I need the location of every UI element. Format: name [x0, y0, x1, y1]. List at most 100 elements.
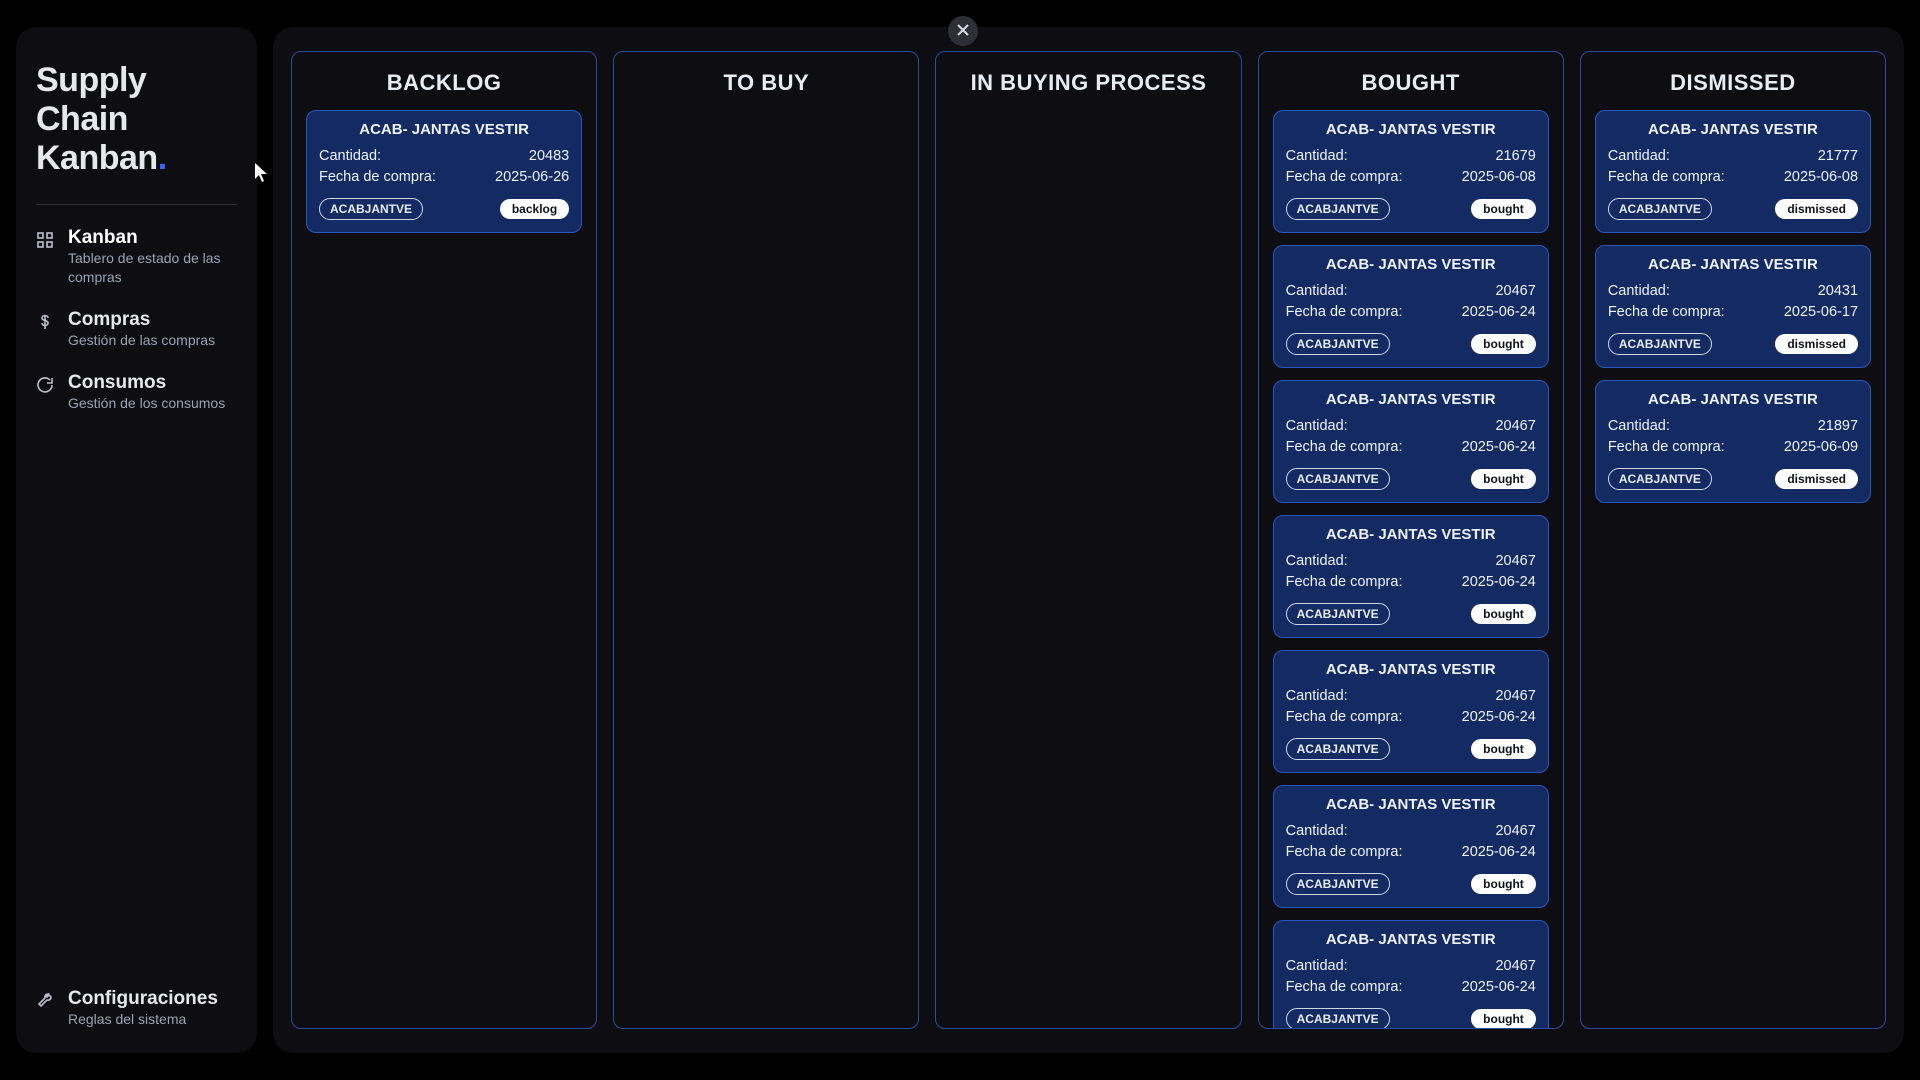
- column-title: DISMISSED: [1581, 52, 1885, 110]
- card-code-chip[interactable]: ACABJANTVE: [1608, 468, 1712, 490]
- card-code-chip[interactable]: ACABJANTVE: [1286, 468, 1390, 490]
- refresh-icon: [36, 376, 54, 394]
- kanban-column[interactable]: IN BUYING PROCESS: [935, 51, 1241, 1029]
- card-date-value: 2025-06-24: [1462, 977, 1536, 998]
- wrench-icon: [36, 992, 54, 1010]
- kanban-card[interactable]: ACAB- JANTAS VESTIRCantidad:21679Fecha d…: [1273, 110, 1549, 233]
- card-code-chip[interactable]: ACABJANTVE: [1286, 1008, 1390, 1028]
- card-status-pill[interactable]: bought: [1471, 334, 1536, 354]
- card-date-label: Fecha de compra:: [1286, 977, 1403, 998]
- card-footer: ACABJANTVE bought: [1286, 603, 1536, 625]
- card-date-label: Fecha de compra:: [1286, 302, 1403, 323]
- card-footer: ACABJANTVE dismissed: [1608, 198, 1858, 220]
- card-date-label: Fecha de compra:: [1608, 167, 1725, 188]
- app-title-line1: Supply Chain: [36, 61, 146, 138]
- card-title: ACAB- JANTAS VESTIR: [1608, 121, 1858, 138]
- kanban-column[interactable]: DISMISSED ACAB- JANTAS VESTIR Cantidad:217…: [1580, 51, 1886, 1029]
- kanban-card[interactable]: ACAB- JANTAS VESTIRCantidad:20467Fecha d…: [1273, 785, 1549, 908]
- card-date-value: 2025-06-24: [1462, 707, 1536, 728]
- kanban-card[interactable]: ACAB- JANTAS VESTIRCantidad:21897Fecha d…: [1595, 380, 1871, 503]
- card-code-chip[interactable]: ACABJANTVE: [1286, 738, 1390, 760]
- sidebar-item-settings[interactable]: Configuraciones Reglas del sistema: [36, 988, 237, 1029]
- card-title: ACAB- JANTAS VESTIR: [1286, 256, 1536, 273]
- kanban-column[interactable]: TO BUY: [613, 51, 919, 1029]
- card-footer: ACABJANTVE bought: [1286, 873, 1536, 895]
- card-status-pill[interactable]: dismissed: [1775, 199, 1858, 219]
- kanban-card[interactable]: ACAB- JANTAS VESTIR Cantidad:20467Fecha d…: [1273, 245, 1549, 368]
- card-status-pill[interactable]: bought: [1471, 874, 1536, 894]
- card-title: ACAB- JANTAS VESTIR: [1608, 256, 1858, 273]
- card-qty-label: Cantidad:: [1286, 551, 1348, 572]
- card-status-pill[interactable]: dismissed: [1775, 334, 1858, 354]
- sidebar-item-compras[interactable]: Compras Gestión de las compras: [36, 309, 237, 350]
- kanban-card[interactable]: ACAB- JANTAS VESTIRCantidad:20467Fecha d…: [1273, 515, 1549, 638]
- card-row-quantity: Cantidad:21777: [1608, 146, 1858, 167]
- card-row-quantity: Cantidad:20467: [1286, 281, 1536, 302]
- card-row-date: Fecha de compra: 2025-06-24: [1286, 977, 1536, 998]
- card-date-value: 2025-06-17: [1784, 302, 1858, 323]
- card-code-chip[interactable]: ACABJANTVE: [1286, 603, 1390, 625]
- card-code-chip[interactable]: ACABJANTVE: [1286, 873, 1390, 895]
- card-qty-value: 20467: [1495, 821, 1535, 842]
- card-date-label: Fecha de compra:: [319, 167, 436, 188]
- card-qty-value: 21679: [1495, 146, 1535, 167]
- card-code-chip[interactable]: ACABJANTVE: [1286, 198, 1390, 220]
- card-row-date: Fecha de compra: 2025-06-24: [1286, 302, 1536, 323]
- kanban-card[interactable]: ACAB- JANTAS VESTIRCantidad:20467Fecha d…: [1273, 380, 1549, 503]
- column-title: TO BUY: [614, 52, 918, 110]
- sidebar-item-sub: Gestión de las compras: [68, 331, 215, 350]
- card-code-chip[interactable]: ACABJANTVE: [319, 198, 423, 220]
- card-row-date: Fecha de compra:2025-06-24: [1286, 437, 1536, 458]
- card-date-label: Fecha de compra:: [1286, 572, 1403, 593]
- column-body[interactable]: ACAB- JANTAS VESTIRCantidad:21679Fecha d…: [1259, 110, 1563, 1028]
- column-body[interactable]: [614, 110, 918, 1028]
- kanban-card[interactable]: ACAB- JANTAS VESTIR Cantidad:20483Fecha d…: [306, 110, 582, 233]
- card-status-pill[interactable]: bought: [1471, 199, 1536, 219]
- kanban-card[interactable]: ACAB- JANTAS VESTIRCantidad:20431Fecha d…: [1595, 245, 1871, 368]
- card-code-chip[interactable]: ACABJANTVE: [1608, 333, 1712, 355]
- card-qty-label: Cantidad:: [1286, 686, 1348, 707]
- card-date-label: Fecha de compra:: [1286, 707, 1403, 728]
- kanban-card[interactable]: ACAB- JANTAS VESTIRCantidad:20467Fecha d…: [1273, 650, 1549, 773]
- card-footer: ACABJANTVE backlog: [319, 198, 569, 220]
- card-status-pill[interactable]: bought: [1471, 1009, 1536, 1028]
- card-status-pill[interactable]: bought: [1471, 469, 1536, 489]
- card-status-pill[interactable]: bought: [1471, 739, 1536, 759]
- card-footer: ACABJANTVE bought: [1286, 1008, 1536, 1028]
- card-footer: ACABJANTVE bought: [1286, 738, 1536, 760]
- card-code-chip[interactable]: ACABJANTVE: [1608, 198, 1712, 220]
- card-row-quantity: Cantidad:20483: [319, 146, 569, 167]
- kanban-card[interactable]: ACAB- JANTAS VESTIR Cantidad:21777Fecha d…: [1595, 110, 1871, 233]
- sidebar-settings-sub: Reglas del sistema: [68, 1010, 218, 1029]
- card-code-chip[interactable]: ACABJANTVE: [1286, 333, 1390, 355]
- card-date-value: 2025-06-09: [1784, 437, 1858, 458]
- card-status-pill[interactable]: backlog: [500, 199, 569, 219]
- kanban-card[interactable]: ACAB- JANTAS VESTIRCantidad:20467Fecha d…: [1273, 920, 1549, 1028]
- card-qty-value: 20467: [1495, 686, 1535, 707]
- column-body[interactable]: [936, 110, 1240, 1028]
- kanban-column[interactable]: BOUGHTACAB- JANTAS VESTIRCantidad:21679F…: [1258, 51, 1564, 1029]
- card-status-pill[interactable]: dismissed: [1775, 469, 1858, 489]
- column-body[interactable]: ACAB- JANTAS VESTIR Cantidad:20483Fecha d…: [292, 110, 596, 1028]
- card-title: ACAB- JANTAS VESTIR: [319, 121, 569, 138]
- card-row-date: Fecha de compra:2025-06-24: [1286, 572, 1536, 593]
- card-date-value: 2025-06-24: [1462, 302, 1536, 323]
- sidebar-item-sub: Gestión de los consumos: [68, 394, 225, 413]
- sidebar-item-consumos[interactable]: Consumos Gestión de los consumos: [36, 372, 237, 413]
- sidebar-item-label: Compras: [68, 309, 215, 331]
- sidebar-item-label: Consumos: [68, 372, 225, 394]
- sidebar-divider: [36, 204, 237, 205]
- card-title: ACAB- JANTAS VESTIR: [1286, 121, 1536, 138]
- kanban-column[interactable]: BACKLOGACAB- JANTAS VESTIRCantidad:20483…: [291, 51, 597, 1029]
- column-body[interactable]: ACAB- JANTAS VESTIRCantidad:21777Fecha d…: [1581, 110, 1885, 1028]
- close-button[interactable]: [948, 16, 978, 46]
- card-title: ACAB- JANTAS VESTIR: [1286, 796, 1536, 813]
- card-date-label: Fecha de compra:: [1608, 302, 1725, 323]
- card-status-pill[interactable]: bought: [1471, 604, 1536, 624]
- card-qty-value: 21777: [1818, 146, 1858, 167]
- dollar-icon: [36, 313, 54, 331]
- sidebar-item-kanban[interactable]: Kanban Tablero de estado de las compras: [36, 227, 237, 287]
- card-row-quantity: Cantidad:21679: [1286, 146, 1536, 167]
- card-title: ACAB- JANTAS VESTIR: [1286, 931, 1536, 948]
- card-title: ACAB- JANTAS VESTIR: [1608, 391, 1858, 408]
